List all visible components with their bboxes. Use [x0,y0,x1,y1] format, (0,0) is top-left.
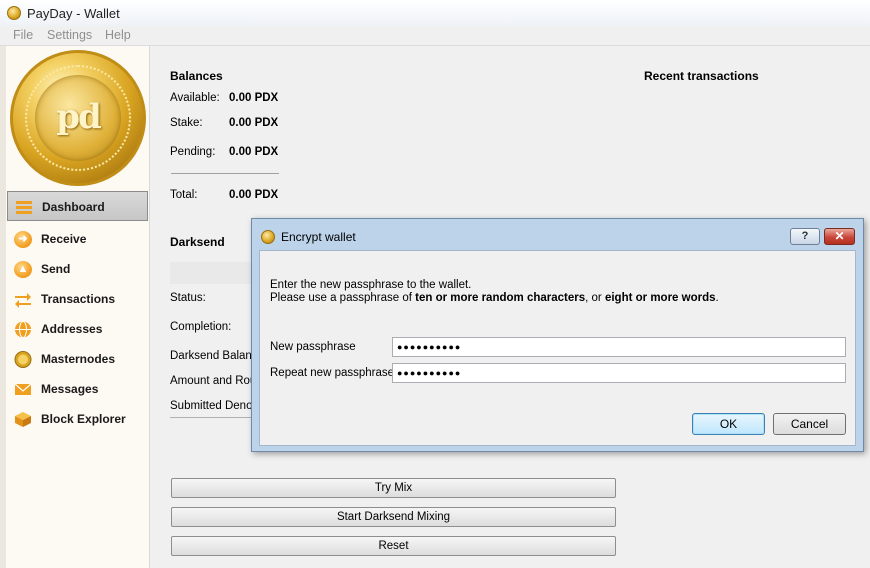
total-label: Total: [170,189,198,201]
available-value: 0.00 PDX [229,92,279,104]
app-coin-icon [7,6,21,20]
try-mix-button[interactable]: Try Mix [171,478,616,498]
start-darksend-mixing-button[interactable]: Start Darksend Mixing [171,507,616,527]
stake-value: 0.00 PDX [229,117,279,129]
dialog-intro-line1: Enter the new passphrase to the wallet. [270,279,472,291]
dialog-body: Enter the new passphrase to the wallet. … [259,250,856,446]
intro-end: . [715,292,719,304]
menu-bar: File Settings Help [0,26,870,46]
dashboard-icon [16,201,32,214]
stake-label: Stake: [170,117,203,129]
total-value: 0.00 PDX [229,189,279,201]
ok-button[interactable]: OK [692,413,765,435]
new-passphrase-label: New passphrase [270,341,356,353]
payday-logo: pd [10,50,146,186]
close-button[interactable]: ✕ [824,228,855,245]
sidebar-item-receive[interactable]: ➜ Receive [7,224,148,254]
masternodes-icon [14,351,32,368]
transactions-icon [15,293,31,308]
sidebar-item-transactions[interactable]: Transactions [7,284,148,314]
logo-text: pd [56,97,102,137]
intro-mid: , or [585,292,605,304]
intro-bold-words: eight or more words [604,292,716,304]
pending-label: Pending: [170,146,216,158]
receive-icon: ➜ [14,231,32,248]
messages-icon [14,383,32,395]
sidebar-item-send[interactable]: ▲ Send [7,254,148,284]
repeat-passphrase-input[interactable]: ●●●●●●●●●● [392,363,846,383]
intro-bold-characters: ten or more random characters [415,292,586,304]
cancel-button[interactable]: Cancel [773,413,846,435]
window-title: PayDay - Wallet [27,6,120,21]
encrypt-wallet-dialog: Encrypt wallet ? ✕ Enter the new passphr… [251,218,864,452]
title-bar: PayDay - Wallet [0,0,870,26]
menu-file[interactable]: File [13,28,33,42]
menu-settings[interactable]: Settings [47,28,92,42]
sidebar-item-label: Masternodes [41,352,116,366]
addresses-icon [15,321,31,338]
sidebar-item-label: Block Explorer [41,412,126,426]
darksend-amount-label: Amount and Rour [170,375,251,387]
menu-help[interactable]: Help [105,28,131,42]
sidebar-item-dashboard[interactable]: Dashboard [7,191,148,221]
sidebar: pd Dashboard ➜ Receive ▲ Send Transactio… [0,46,150,568]
sidebar-item-addresses[interactable]: Addresses [7,314,148,344]
sidebar-item-label: Dashboard [42,200,105,214]
sidebar-item-label: Receive [41,232,87,246]
intro-pre: Please use a passphrase of [270,292,416,304]
new-passphrase-input[interactable]: ●●●●●●●●●● [392,337,846,357]
available-label: Available: [170,92,220,104]
darksend-divider [170,417,251,418]
sidebar-item-masternodes[interactable]: Masternodes [7,344,148,374]
recent-transactions-heading: Recent transactions [644,69,759,83]
dialog-title: Encrypt wallet [281,230,356,244]
reset-button[interactable]: Reset [171,536,616,556]
darksend-submitted-label: Submitted Denom [170,400,251,412]
dialog-coin-icon [261,230,275,244]
sidebar-item-label: Addresses [41,322,103,336]
balance-divider [171,173,279,174]
sidebar-item-label: Transactions [41,292,116,306]
darksend-balance-label: Darksend Balance [170,350,251,362]
sidebar-item-block-explorer[interactable]: Block Explorer [7,404,148,434]
dialog-intro-line2: Please use a passphrase of ten or more r… [270,292,719,304]
pending-value: 0.00 PDX [229,146,279,158]
sidebar-edge [0,46,6,568]
sidebar-item-label: Messages [41,382,99,396]
sidebar-item-label: Send [41,262,71,276]
darksend-heading: Darksend [170,235,225,249]
help-button[interactable]: ? [790,228,820,245]
sidebar-item-messages[interactable]: Messages [7,374,148,404]
darksend-completion-label: Completion: [170,321,232,333]
darksend-status-label: Status: [170,292,206,304]
block-explorer-icon [15,412,31,427]
send-icon: ▲ [14,261,32,278]
darksend-progress-area [170,262,252,284]
balances-heading: Balances [170,69,223,83]
repeat-passphrase-label: Repeat new passphrase [270,367,395,379]
